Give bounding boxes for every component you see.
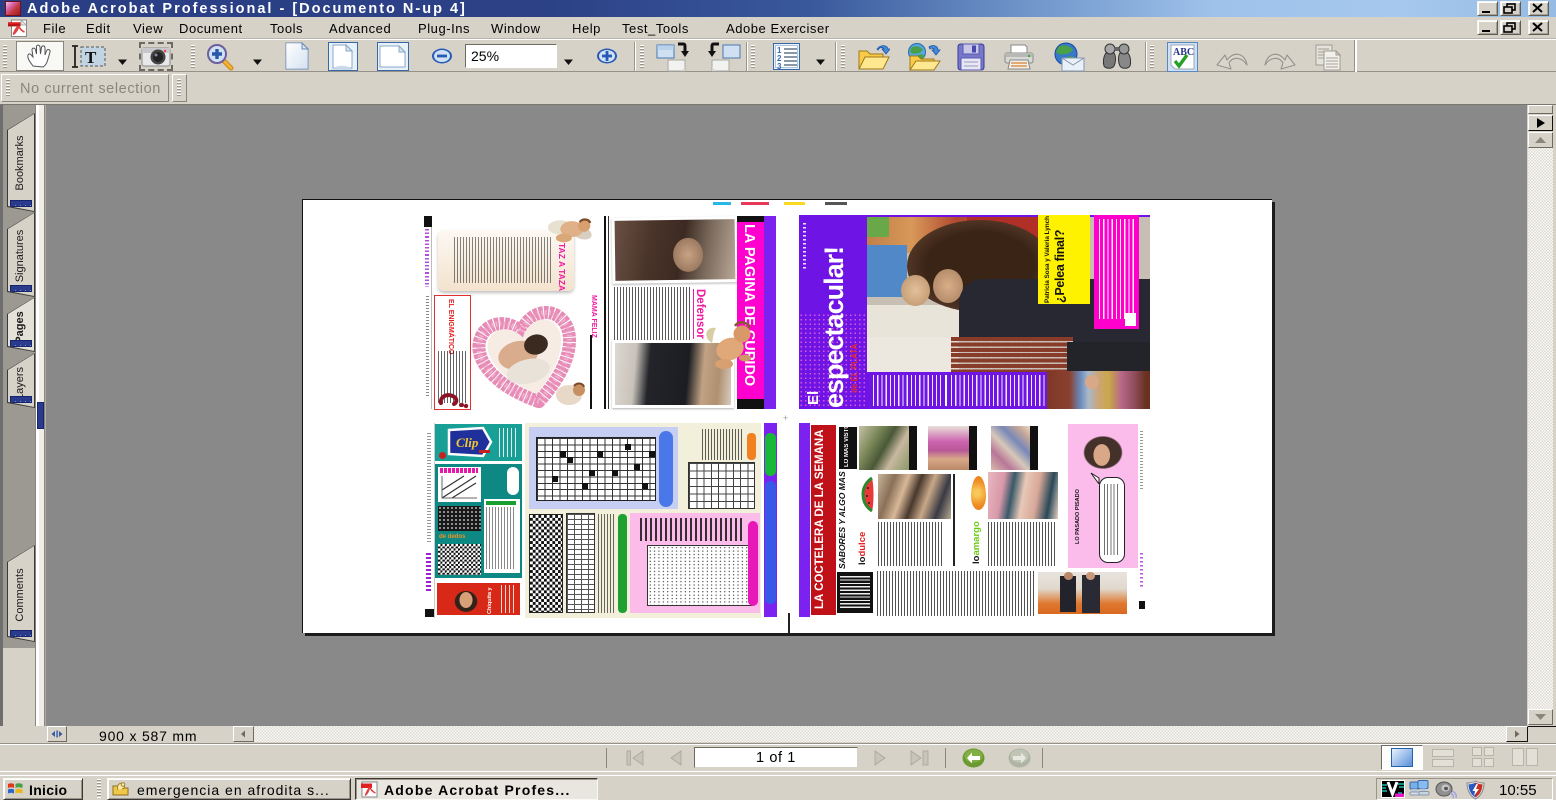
svg-text:3: 3: [777, 62, 782, 70]
svg-text:T: T: [85, 48, 97, 67]
svg-text:ABC: ABC: [1173, 47, 1194, 58]
svg-text:Clip: Clip: [456, 435, 479, 450]
